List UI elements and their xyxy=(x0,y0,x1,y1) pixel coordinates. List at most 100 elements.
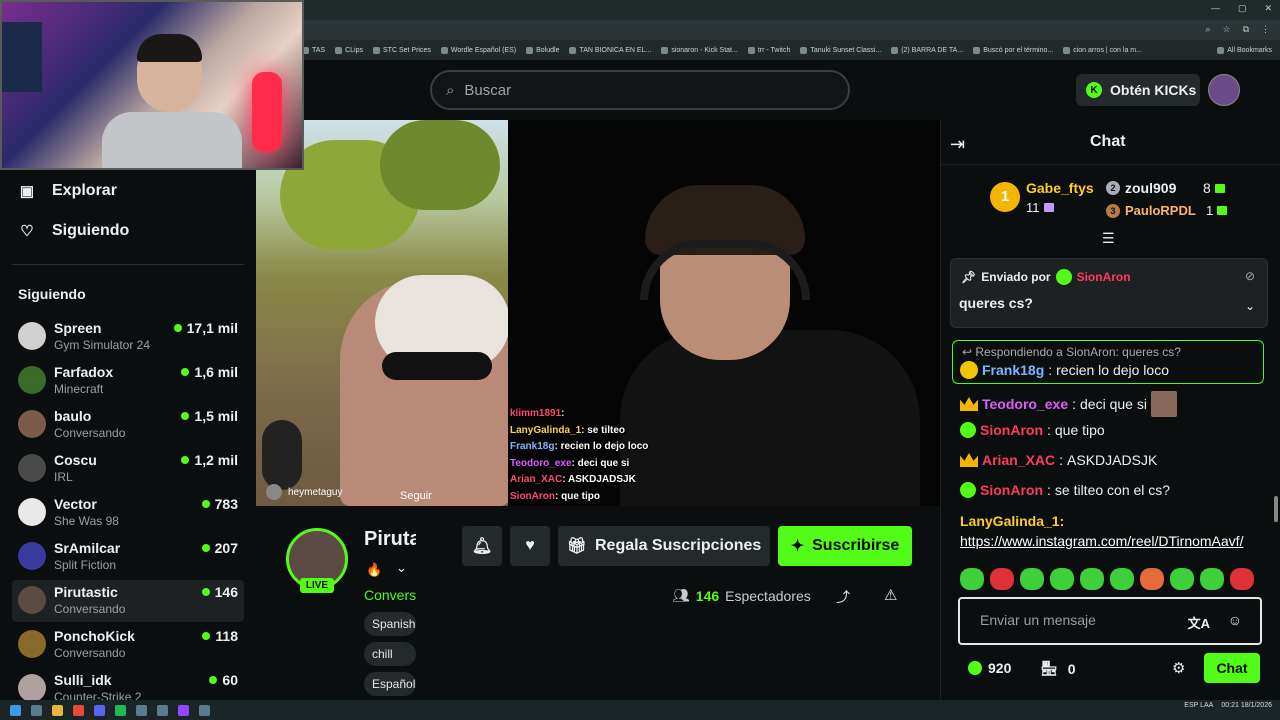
gear-icon[interactable]: ⚙ xyxy=(1172,659,1185,677)
translate-icon[interactable]: 文A xyxy=(1188,613,1210,632)
bookmark[interactable]: cion arros | con la m... xyxy=(1063,46,1142,54)
followed-channel[interactable]: Farfadox Minecraft 1,6 mil xyxy=(12,360,244,402)
stream-tag[interactable]: Spanish xyxy=(364,612,416,636)
followed-channel[interactable]: Spreen Gym Simulator 24 17,1 mil xyxy=(12,316,244,358)
channel-points[interactable]: 920 xyxy=(968,660,1011,676)
bookmark[interactable]: (2) BARRA DE TA... xyxy=(891,46,963,54)
minimize-icon[interactable]: — xyxy=(1211,3,1220,14)
stream-tag[interactable]: chill xyxy=(364,642,416,666)
stream-category[interactable]: Conversando xyxy=(364,587,416,603)
bookmark[interactable]: CLips xyxy=(335,46,363,54)
emote-icon[interactable] xyxy=(960,568,984,590)
emote-icon[interactable] xyxy=(990,568,1014,590)
streamer-name[interactable]: Pirutastic xyxy=(364,528,416,551)
emote-icon[interactable] xyxy=(1200,568,1224,590)
top-gifter[interactable]: 2 zoul909 xyxy=(1106,180,1176,196)
bookmark[interactable]: Buscó por el término... xyxy=(973,46,1053,54)
viewer-count: 60 xyxy=(209,672,238,688)
report-icon[interactable]: ⚠ xyxy=(884,586,897,604)
emote-icon[interactable] xyxy=(1110,568,1134,590)
search-icon[interactable]: ⌕ xyxy=(1205,24,1210,35)
followed-channel[interactable]: baulo Conversando 1,5 mil xyxy=(12,404,244,446)
taskbar-app-icon[interactable] xyxy=(199,704,210,716)
top-gifter-name[interactable]: Gabe_ftys xyxy=(1026,180,1094,196)
bookmark[interactable]: STC Set Prices xyxy=(373,46,431,54)
taskbar-app-icon[interactable] xyxy=(136,704,147,716)
expand-icon[interactable]: ☰ xyxy=(1102,230,1115,247)
chrome-icon[interactable] xyxy=(73,704,84,716)
chat-username[interactable]: LanyGalinda_1: xyxy=(960,513,1064,529)
followed-channel[interactable]: Coscu IRL 1,2 mil xyxy=(12,448,244,490)
close-icon[interactable]: ✕ xyxy=(1264,3,1272,14)
followed-channel[interactable]: PonchoKick Conversando 118 xyxy=(12,624,244,666)
spotify-icon[interactable] xyxy=(115,704,126,716)
followed-channel[interactable]: Vector She Was 98 783 xyxy=(12,492,244,534)
taskbar-app-icon[interactable] xyxy=(31,704,42,716)
bookmark[interactable]: Boludle xyxy=(526,46,559,54)
chat-input[interactable] xyxy=(980,612,1180,628)
chat-message[interactable]: SionAron: se tilteo con el cs? xyxy=(960,482,1170,498)
taskbar-app-icon[interactable] xyxy=(178,704,189,716)
chat-input-box[interactable]: 文A ☺ xyxy=(958,597,1262,645)
menu-icon[interactable]: ⋮ xyxy=(1261,24,1270,35)
bookmark[interactable]: Tanuki Sunset Classi... xyxy=(800,46,881,54)
chat-scrollbar[interactable] xyxy=(1274,496,1278,522)
chat-message[interactable]: Frank18g: recien lo dejo loco xyxy=(960,361,1169,379)
hide-icon[interactable]: ⊘ xyxy=(1245,269,1255,283)
followed-channel[interactable]: SrAmilcar Split Fiction 207 xyxy=(12,536,244,578)
user-avatar[interactable] xyxy=(1208,74,1240,106)
bookmark[interactable]: sionaron - Kick Stat... xyxy=(661,46,738,54)
chat-message[interactable]: Teodoro_exe: deci que si xyxy=(960,391,1177,417)
notification-button[interactable]: 🔔︎ xyxy=(462,526,502,566)
extension-icon[interactable]: ⧉ xyxy=(1243,24,1249,35)
chat-message[interactable]: SionAron: que tipo xyxy=(960,422,1105,438)
address-bar[interactable] xyxy=(300,20,1280,40)
gift-icon xyxy=(1043,203,1054,212)
emote-icon[interactable] xyxy=(1020,568,1044,590)
language-indicator[interactable]: ESP LAA xyxy=(1184,702,1213,709)
stream-tag[interactable]: Español xyxy=(364,672,416,696)
chevron-down-icon[interactable]: ⌄ xyxy=(1245,299,1255,313)
sidebar-item-explore[interactable]: ▣ Explorar xyxy=(18,182,117,200)
top-gifter[interactable]: 3 PauloRPDL xyxy=(1106,203,1196,218)
tab-strip[interactable] xyxy=(300,0,1280,20)
windows-start-icon[interactable] xyxy=(10,704,21,716)
star-icon[interactable]: ☆ xyxy=(1222,24,1230,35)
chat-message[interactable]: Arian_XAC: ASKDJADSJK xyxy=(960,452,1157,468)
folder-icon[interactable] xyxy=(52,704,63,716)
bookmark[interactable]: TAN BIONICA EN EL... xyxy=(569,46,651,54)
get-kicks-button[interactable]: K Obtén KICKs xyxy=(1076,74,1200,106)
emoji-icon[interactable]: ☺ xyxy=(1228,612,1242,628)
sidebar-item-following[interactable]: ♡ Siguiendo xyxy=(18,222,129,240)
maximize-icon[interactable]: ▢ xyxy=(1238,3,1247,14)
discord-icon[interactable] xyxy=(94,704,105,716)
chevron-down-icon[interactable]: ⌄ xyxy=(396,560,407,576)
emote-icon[interactable] xyxy=(1230,568,1254,590)
all-bookmarks[interactable]: All Bookmarks xyxy=(1217,46,1272,54)
follow-button[interactable]: ♥ xyxy=(510,526,550,566)
channel-category: She Was 98 xyxy=(54,514,119,528)
share-icon[interactable]: ⤴ xyxy=(836,587,850,607)
chat-link[interactable]: https://www.instagram.com/reel/DTirnomAa… xyxy=(960,533,1243,549)
bookmark[interactable]: TAS xyxy=(302,46,325,54)
clock[interactable]: 00:21 18/1/2026 xyxy=(1221,702,1272,709)
collapse-chat-icon[interactable]: ⇥ xyxy=(950,134,965,155)
search-input[interactable]: ⌕ Buscar xyxy=(430,70,850,110)
emote-icon[interactable] xyxy=(1140,568,1164,590)
emote-icon[interactable] xyxy=(1080,568,1104,590)
taskbar-app-icon[interactable] xyxy=(157,704,168,716)
emote-icon[interactable] xyxy=(1050,568,1074,590)
gift-subs-button[interactable]: 🎁︎ Regala Suscripciones xyxy=(558,526,770,566)
followed-channel[interactable]: Sulli_idk Counter-Strike 2 60 xyxy=(12,668,244,700)
pinned-message[interactable]: 📌︎ Enviado por SionAron queres cs? ⊘ ⌄ xyxy=(950,258,1268,328)
emote-icon[interactable] xyxy=(1170,568,1194,590)
video-follow-button[interactable]: Seguir xyxy=(400,490,432,502)
window-controls[interactable]: — ▢ ✕ xyxy=(1211,3,1272,14)
store-button[interactable]: 🏪︎ 0 xyxy=(1040,660,1076,677)
chat-send-button[interactable]: Chat xyxy=(1204,653,1260,683)
bookmark[interactable]: Wordle Español (ES) xyxy=(440,46,516,54)
subscribe-button[interactable]: ✦ Suscribirse xyxy=(778,526,912,566)
followed-channel-active[interactable]: Pirutastic Conversando 146 xyxy=(12,580,244,622)
channel-name: Pirutastic xyxy=(54,584,118,600)
bookmark[interactable]: trr - Twitch xyxy=(747,46,790,54)
